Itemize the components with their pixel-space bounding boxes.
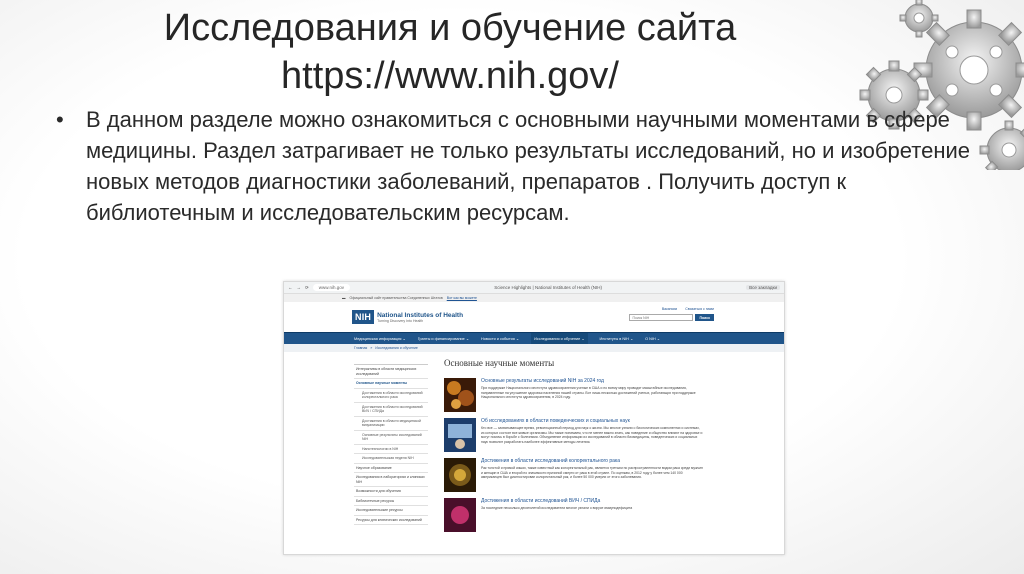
address-bar[interactable]: www.nih.gov bbox=[312, 284, 351, 291]
forward-arrow-icon[interactable]: → bbox=[297, 285, 302, 290]
nih-top-links: Вакансии Связаться с нами bbox=[629, 307, 714, 311]
sidebar-item[interactable]: Исследовательские ресурсы bbox=[354, 506, 428, 516]
article-thumbnail[interactable] bbox=[444, 418, 476, 452]
nav-institutes[interactable]: Институты в NIH ⌄ bbox=[600, 336, 634, 341]
sidebar-subitem[interactable]: Достижения в области исследований ВИЧ / … bbox=[354, 403, 428, 417]
nih-header-right: Вакансии Связаться с нами Поиск bbox=[629, 307, 714, 321]
article-thumbnail[interactable] bbox=[444, 498, 476, 532]
nih-screenshot: ← → ⟳ www.nih.gov Science Highlights | N… bbox=[283, 281, 785, 555]
search-button[interactable]: Поиск bbox=[695, 314, 714, 321]
breadcrumb: Главная » Исследования и обучение bbox=[284, 344, 784, 352]
breadcrumb-current[interactable]: Исследования и обучение bbox=[375, 346, 418, 350]
page-title: Основные научные моменты bbox=[444, 358, 555, 368]
nav-research-training[interactable]: Исследования и обучение ⌄ bbox=[531, 333, 588, 344]
sidebar-subitem[interactable]: Основные результаты исследований NIH bbox=[354, 431, 428, 445]
article-item: Достижения в области исследований ВИЧ / … bbox=[444, 498, 704, 532]
article-thumbnail[interactable] bbox=[444, 458, 476, 492]
bullet-dot-icon: • bbox=[56, 107, 64, 132]
article-summary: Рак толстой и прямой кишки, также извест… bbox=[481, 466, 703, 480]
nav-news[interactable]: Новости и события ⌄ bbox=[481, 336, 519, 341]
gov-banner-link[interactable]: Вот как вы можете bbox=[447, 296, 477, 300]
sidebar-subitem[interactable]: Нанотехнологии в NIH bbox=[354, 445, 428, 454]
article-title-link[interactable]: Достижения в области исследований колоре… bbox=[481, 458, 704, 464]
sidebar-subitem[interactable]: Достижения в области исследований колоре… bbox=[354, 389, 428, 403]
gov-banner-text: Официальный сайт правительства Соединенн… bbox=[349, 296, 443, 300]
nih-header: NIH National Institutes of Health Turnin… bbox=[284, 302, 784, 332]
main-column: Основные научные моменты Основные резуль… bbox=[444, 358, 704, 538]
sidebar-subitem[interactable]: Исследовательская неделя NIH bbox=[354, 454, 428, 464]
sidebar-item[interactable]: Научное образование bbox=[354, 464, 428, 473]
slide: Исследования и обучение сайта https://ww… bbox=[0, 0, 1024, 574]
slide-title-line-1: Исследования и обучение сайта bbox=[163, 7, 737, 49]
nih-search: Поиск bbox=[629, 314, 714, 321]
article-summary: За последние несколько десятилетий иссле… bbox=[481, 506, 633, 510]
bookmarks-button[interactable]: Все закладки bbox=[746, 285, 780, 290]
nih-name: National Institutes of Health bbox=[377, 311, 464, 319]
gov-banner: ▬ Официальный сайт правительства Соедине… bbox=[284, 294, 784, 302]
article-summary: Кто все — захватывающее время, революцио… bbox=[481, 426, 703, 444]
contact-link[interactable]: Связаться с нами bbox=[685, 307, 714, 311]
nav-about[interactable]: О NIH ⌄ bbox=[645, 336, 660, 341]
back-arrow-icon[interactable]: ← bbox=[288, 285, 293, 290]
article-summary: При поддержке Национального института зд… bbox=[481, 386, 696, 400]
main-nav: Медицинская информация ⌄ Гранты и финанс… bbox=[284, 332, 784, 344]
bullet-list: • В данном разделе можно ознакомиться с … bbox=[56, 104, 976, 228]
breadcrumb-home[interactable]: Главная bbox=[354, 346, 367, 350]
jobs-link[interactable]: Вакансии bbox=[662, 307, 677, 311]
sidebar-item[interactable]: Ресурсы для клинических исследований bbox=[354, 516, 428, 525]
sidebar-item[interactable]: Библиотечные ресурсы bbox=[354, 497, 428, 506]
us-flag-icon: ▬ bbox=[342, 296, 346, 300]
sidebar: Интерактивы в области медицинских исслед… bbox=[354, 364, 428, 538]
breadcrumb-separator: » bbox=[370, 346, 373, 350]
slide-title: Исследования и обучение сайта https://ww… bbox=[0, 4, 900, 100]
sidebar-item[interactable]: Исследования в лабораториях и клиниках N… bbox=[354, 473, 428, 487]
page-content: Интерактивы в области медицинских исслед… bbox=[284, 352, 784, 538]
article-item: Достижения в области исследований колоре… bbox=[444, 458, 704, 492]
nih-logo[interactable]: NIH bbox=[352, 310, 375, 324]
browser-toolbar: ← → ⟳ www.nih.gov Science Highlights | N… bbox=[284, 282, 784, 294]
browser-extensions: Все закладки bbox=[746, 285, 780, 290]
article-item: Основные результаты исследований NIH за … bbox=[444, 378, 704, 412]
sidebar-subitem[interactable]: Достижения в области медицинской визуали… bbox=[354, 417, 428, 431]
reload-icon[interactable]: ⟳ bbox=[305, 285, 309, 291]
sidebar-item[interactable]: Интерактивы в области медицинских исслед… bbox=[354, 365, 428, 379]
browser-tab-title: Science Highlights | National Institutes… bbox=[494, 285, 602, 290]
nav-health-info[interactable]: Медицинская информация ⌄ bbox=[354, 336, 406, 341]
search-input[interactable] bbox=[629, 314, 694, 321]
nih-name-block: National Institutes of Health Turning Di… bbox=[377, 312, 463, 323]
article-title-link[interactable]: Достижения в области исследований ВИЧ / … bbox=[481, 498, 632, 504]
article-title-link[interactable]: Основные результаты исследований NIH за … bbox=[481, 378, 704, 384]
article-title-link[interactable]: Об исследованиях в области поведенческих… bbox=[481, 418, 704, 424]
nav-grants[interactable]: Гранты и финансирование ⌄ bbox=[418, 336, 469, 341]
nih-tagline: Turning Discovery Into Health bbox=[377, 318, 424, 323]
article-thumbnail[interactable] bbox=[444, 378, 476, 412]
sidebar-item[interactable]: Возможности для обучения bbox=[354, 487, 428, 497]
article-item: Об исследованиях в области поведенческих… bbox=[444, 418, 704, 452]
slide-title-url: https://www.nih.gov/ bbox=[281, 55, 619, 97]
sidebar-item-active[interactable]: Основные научные моменты bbox=[354, 379, 428, 389]
bullet-text: В данном разделе можно ознакомиться с ос… bbox=[86, 107, 970, 225]
